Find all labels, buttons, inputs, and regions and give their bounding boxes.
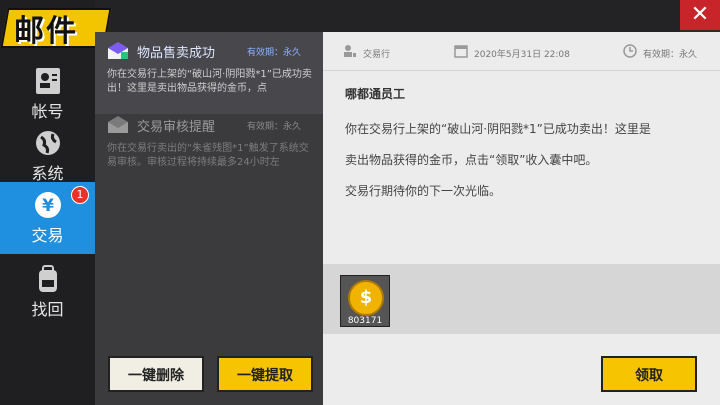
mail-item[interactable]: 物品售卖成功 有效期：永久 你在交易行上架的“破山河·阴阳戮*1”已成功卖出！这… xyxy=(95,32,323,114)
body-line: 交易行期待你的下一次光临。 xyxy=(345,184,502,198)
mail-detail-title: 哪都通员工 xyxy=(345,87,406,101)
clock-icon xyxy=(623,44,637,58)
mail-preview: 你在交易行卖出的“朱雀残图*1”触发了系统交易审核。审核过程将持续最多24小时左 xyxy=(107,143,309,168)
backpack-icon xyxy=(38,265,57,292)
category-retrieve[interactable]: 找回 xyxy=(0,256,95,328)
category-label: 交易 xyxy=(31,226,64,245)
svg-text:¥: ¥ xyxy=(42,196,54,216)
envelope-icon xyxy=(108,116,128,133)
globe-icon xyxy=(35,131,60,155)
mail-detail-header: 交易行 2020年5月31日 22:08 有效期：永久 xyxy=(323,32,720,71)
body-line: 你在交易行上架的“破山河·阴阳戮*1”已成功卖出！这里是 xyxy=(345,122,651,136)
sender-icon xyxy=(344,45,356,57)
mail-detail-panel: 交易行 2020年5月31日 22:08 有效期：永久 哪都通员工 你在交易行上… xyxy=(323,32,720,405)
mail-preview: 你在交易行上架的“破山河·阴阳戮*1”已成功卖出！这里是卖出物品获得的金币，点 xyxy=(107,69,312,94)
sender-name: 交易行 xyxy=(363,50,391,60)
mail-expiry: 有效期：永久 xyxy=(247,122,302,132)
mail-date: 2020年5月31日 22:08 xyxy=(474,50,570,60)
gold-coin-icon: $ xyxy=(348,280,384,316)
calendar-icon xyxy=(454,45,468,58)
category-sidebar: 邮件 帐号 系统 ¥ 交易 1 找回 xyxy=(0,0,112,405)
unread-count-badge: 1 xyxy=(71,186,89,204)
close-button[interactable]: ✕ xyxy=(680,0,720,30)
attachment-quantity: 803171 xyxy=(347,316,383,326)
claim-button[interactable]: 领取 xyxy=(601,356,697,392)
mail-subject: 物品售卖成功 xyxy=(137,46,216,61)
category-label: 系统 xyxy=(31,164,64,183)
mail-expiry-detail: 有效期：永久 xyxy=(643,50,698,60)
category-label: 找回 xyxy=(31,300,64,319)
claim-all-button[interactable]: 一键提取 xyxy=(217,356,313,392)
category-trade[interactable]: ¥ 交易 1 xyxy=(0,182,95,254)
page-title: 邮件 xyxy=(14,14,78,49)
yen-icon: ¥ xyxy=(34,192,61,218)
category-label: 帐号 xyxy=(31,102,64,121)
body-line: 卖出物品获得的金币，点击“领取”收入囊中吧。 xyxy=(345,153,598,167)
top-strip xyxy=(95,0,680,32)
mail-list: 物品售卖成功 有效期：永久 你在交易行上架的“破山河·阴阳戮*1”已成功卖出！这… xyxy=(95,32,323,405)
id-card-icon xyxy=(35,68,60,94)
attachment-area: $ 803171 xyxy=(323,264,720,334)
mail-item[interactable]: 交易审核提醒 有效期：永久 你在交易行卖出的“朱雀残图*1”触发了系统交易审核。… xyxy=(95,106,323,188)
attachment-item[interactable]: $ 803171 xyxy=(340,275,390,327)
mail-detail-body: 你在交易行上架的“破山河·阴阳戮*1”已成功卖出！这里是 卖出物品获得的金币，点… xyxy=(345,114,705,207)
delete-all-button[interactable]: 一键删除 xyxy=(108,356,204,392)
mail-expiry: 有效期：永久 xyxy=(247,48,302,58)
mail-subject: 交易审核提醒 xyxy=(137,120,216,135)
open-envelope-icon xyxy=(108,42,128,59)
